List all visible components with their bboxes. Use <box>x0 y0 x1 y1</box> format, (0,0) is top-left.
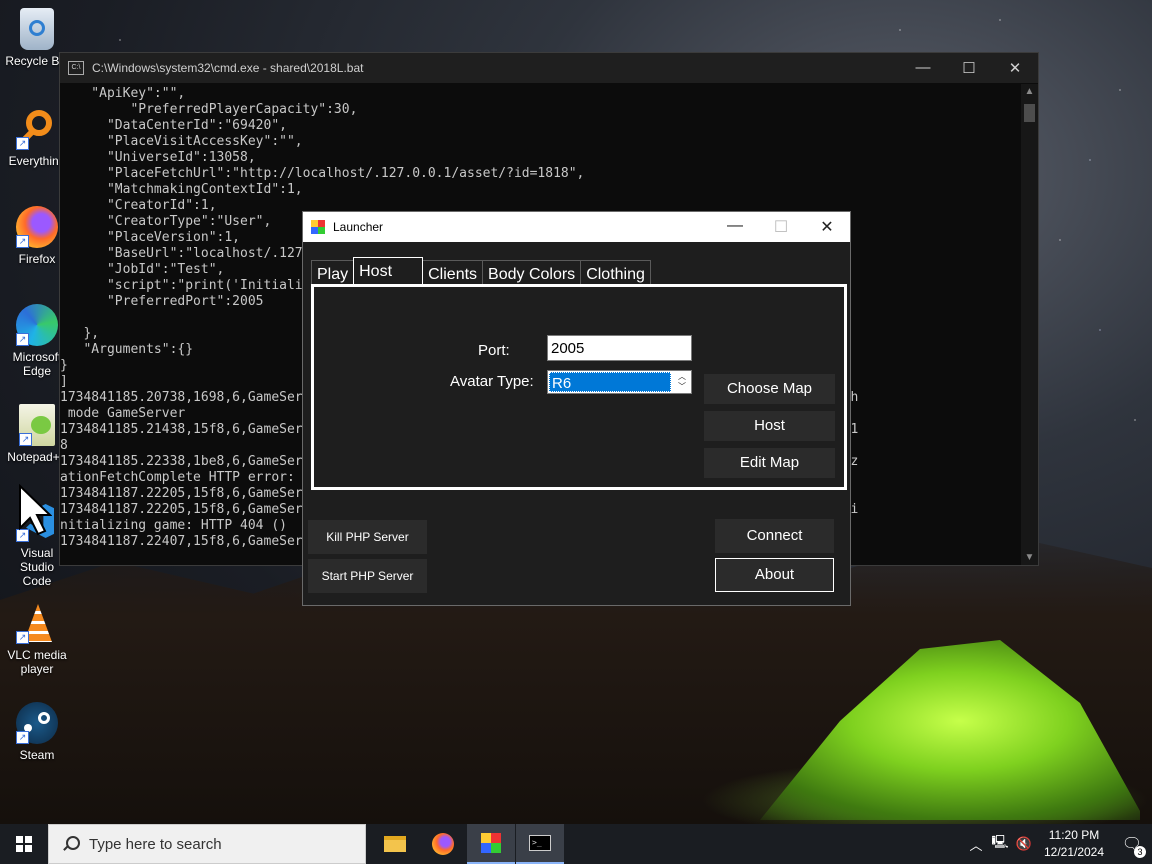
scroll-up-icon[interactable]: ▲ <box>1021 86 1038 97</box>
maximize-icon[interactable]: ☐ <box>946 59 992 77</box>
launcher-tabs: Play Host Clients Body Colors Clothing <box>311 256 651 287</box>
cmd-line: "UniverseId":13058, <box>60 150 256 165</box>
cmd-line: "DataCenterId":"69420", <box>60 118 287 133</box>
clock[interactable]: 11:20 PM 12/21/2024 <box>1036 827 1112 861</box>
launcher-title-bar[interactable]: Launcher — ☐ ✕ <box>303 212 850 242</box>
vlc-icon: ↗ <box>16 602 58 644</box>
search-placeholder: Type here to search <box>89 835 222 853</box>
search-icon <box>63 836 80 852</box>
taskbar-app-launcher[interactable] <box>467 824 515 864</box>
kill-php-server-button[interactable]: Kill PHP Server <box>308 520 427 554</box>
cmd-line: "ApiKey":"", <box>60 86 186 101</box>
host-button[interactable]: Host <box>704 411 835 441</box>
cmd-app-icon: C:\ <box>68 61 84 75</box>
shortcut-arrow-icon: ↗ <box>19 433 32 446</box>
cmd-window-title: C:\Windows\system32\cmd.exe - shared\201… <box>92 61 364 75</box>
cmd-scrollbar[interactable]: ▲ ▼ <box>1021 84 1038 565</box>
shortcut-arrow-icon: ↗ <box>16 235 29 248</box>
clock-time: 11:20 PM <box>1048 828 1100 842</box>
host-tab-panel: Port: 2005 Avatar Type: R6 ︿ ﹀ Choose Ma… <box>311 284 847 490</box>
notification-badge: 3 <box>1134 846 1146 858</box>
maximize-icon: ☐ <box>773 219 789 236</box>
minimize-icon[interactable]: — <box>900 59 946 77</box>
shortcut-arrow-icon: ↗ <box>16 137 29 150</box>
shortcut-arrow-icon: ↗ <box>16 731 29 744</box>
avatar-type-label: Avatar Type: <box>450 373 534 390</box>
firefox-icon <box>432 833 454 855</box>
folder-icon <box>384 836 406 852</box>
notepadplusplus-icon: ↗ <box>19 404 55 446</box>
taskbar-app-cmd[interactable]: >_ <box>516 824 564 864</box>
taskbar: Type here to search >_ ︿ 🖳 🔇 11:20 PM 12… <box>0 824 1152 864</box>
connect-button[interactable]: Connect <box>715 519 834 553</box>
cmd-line: "PlaceVisitAccessKey":"", <box>60 134 303 149</box>
scroll-down-icon[interactable]: ▼ <box>1021 552 1038 563</box>
windows-logo-icon <box>16 836 32 852</box>
tab-clients[interactable]: Clients <box>422 260 484 286</box>
cmd-line: "MatchmakingContextId":1, <box>60 182 303 197</box>
about-button[interactable]: About <box>715 558 834 592</box>
start-php-server-button[interactable]: Start PHP Server <box>308 559 427 593</box>
network-icon[interactable]: 🖳 <box>988 833 1012 855</box>
taskbar-search-box[interactable]: Type here to search <box>48 824 366 864</box>
edge-icon: ↗ <box>16 304 58 346</box>
cmd-line: "PreferredPlayerCapacity":30, <box>60 102 358 117</box>
launcher-window[interactable]: Launcher — ☐ ✕ Play Host Clients Body Co… <box>302 211 851 606</box>
close-icon[interactable]: ✕ <box>804 217 850 237</box>
tab-play[interactable]: Play <box>311 260 355 286</box>
terminal-icon: >_ <box>529 835 551 851</box>
notification-center-button[interactable]: 🗨 3 <box>1112 834 1152 858</box>
clock-date: 12/21/2024 <box>1043 845 1105 859</box>
cmd-title-bar[interactable]: C:\ C:\Windows\system32\cmd.exe - shared… <box>60 53 1038 83</box>
firefox-icon: ↗ <box>16 206 58 248</box>
shortcut-arrow-icon: ↗ <box>16 631 29 644</box>
close-icon[interactable]: ✕ <box>992 59 1038 77</box>
everything-search-icon: ↗ <box>16 108 58 150</box>
steam-icon: ↗ <box>16 702 58 744</box>
mouse-cursor-icon <box>19 484 52 536</box>
cmd-line: "PlaceFetchUrl":"http://localhost/.127.0… <box>60 166 585 181</box>
taskbar-app-file-explorer[interactable] <box>371 824 419 864</box>
system-tray: ︿ 🖳 🔇 11:20 PM 12/21/2024 🗨 3 <box>964 824 1152 864</box>
chevron-down-icon[interactable]: ﹀ <box>674 382 690 392</box>
scrollbar-thumb[interactable] <box>1024 104 1035 122</box>
spinner-arrows[interactable]: ︿ ﹀ <box>674 372 690 392</box>
taskbar-app-firefox[interactable] <box>419 824 467 864</box>
port-label: Port: <box>478 342 510 359</box>
avatar-type-value: R6 <box>549 372 671 392</box>
recycle-bin-icon <box>20 8 54 50</box>
launcher-window-title: Launcher <box>333 220 384 234</box>
tab-clothing[interactable]: Clothing <box>580 260 651 286</box>
volume-muted-icon[interactable]: 🔇 <box>1012 836 1036 852</box>
choose-map-button[interactable]: Choose Map <box>704 374 835 404</box>
minimize-icon[interactable]: — <box>712 217 758 237</box>
start-button[interactable] <box>0 824 48 864</box>
launcher-app-icon <box>311 220 325 234</box>
tab-host[interactable]: Host <box>353 257 424 287</box>
edit-map-button[interactable]: Edit Map <box>704 448 835 478</box>
launcher-app-icon <box>481 833 501 853</box>
chevron-up-icon[interactable]: ︿ <box>674 372 690 382</box>
desktop-icon-vlc[interactable]: ↗ VLC media player <box>5 602 69 676</box>
chevron-up-icon[interactable]: ︿ <box>964 835 988 854</box>
port-input[interactable]: 2005 <box>547 335 692 361</box>
shortcut-arrow-icon: ↗ <box>16 333 29 346</box>
avatar-type-select[interactable]: R6 ︿ ﹀ <box>547 370 692 394</box>
desktop-icon-steam[interactable]: ↗ Steam <box>5 702 69 762</box>
tab-body-colors[interactable]: Body Colors <box>482 260 582 286</box>
